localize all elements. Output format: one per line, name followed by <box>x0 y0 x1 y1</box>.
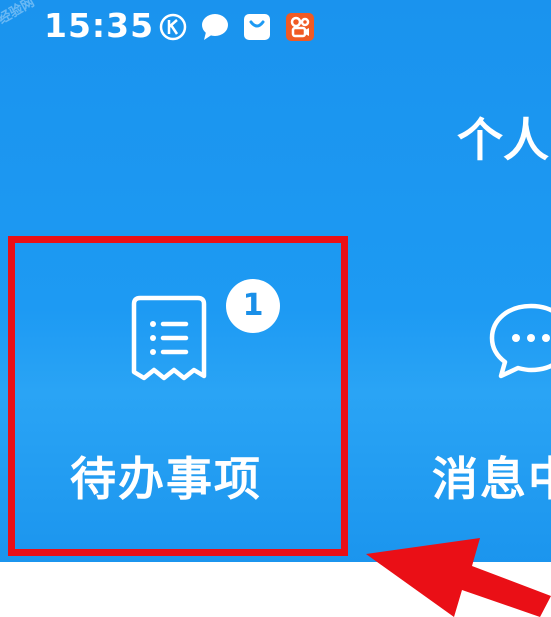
kuaishou-app-icon <box>286 13 314 41</box>
receipt-list-icon <box>131 295 207 381</box>
messages-label: 消息中 <box>432 452 551 506</box>
todo-count-badge: 1 <box>226 279 280 333</box>
status-bar: 经验网 15:35 <box>0 0 551 56</box>
pointer-arrow-icon <box>366 538 551 617</box>
todo-label: 待办事项 <box>70 452 262 506</box>
page-title: 个人 <box>457 113 549 167</box>
shopping-bag-icon <box>244 14 270 40</box>
status-time: 15:35 <box>44 6 155 45</box>
message-bubble-icon <box>489 303 551 379</box>
watermark: 经验网 <box>0 0 38 28</box>
chat-bubble-icon <box>202 14 228 40</box>
k-circle-icon <box>159 13 187 41</box>
